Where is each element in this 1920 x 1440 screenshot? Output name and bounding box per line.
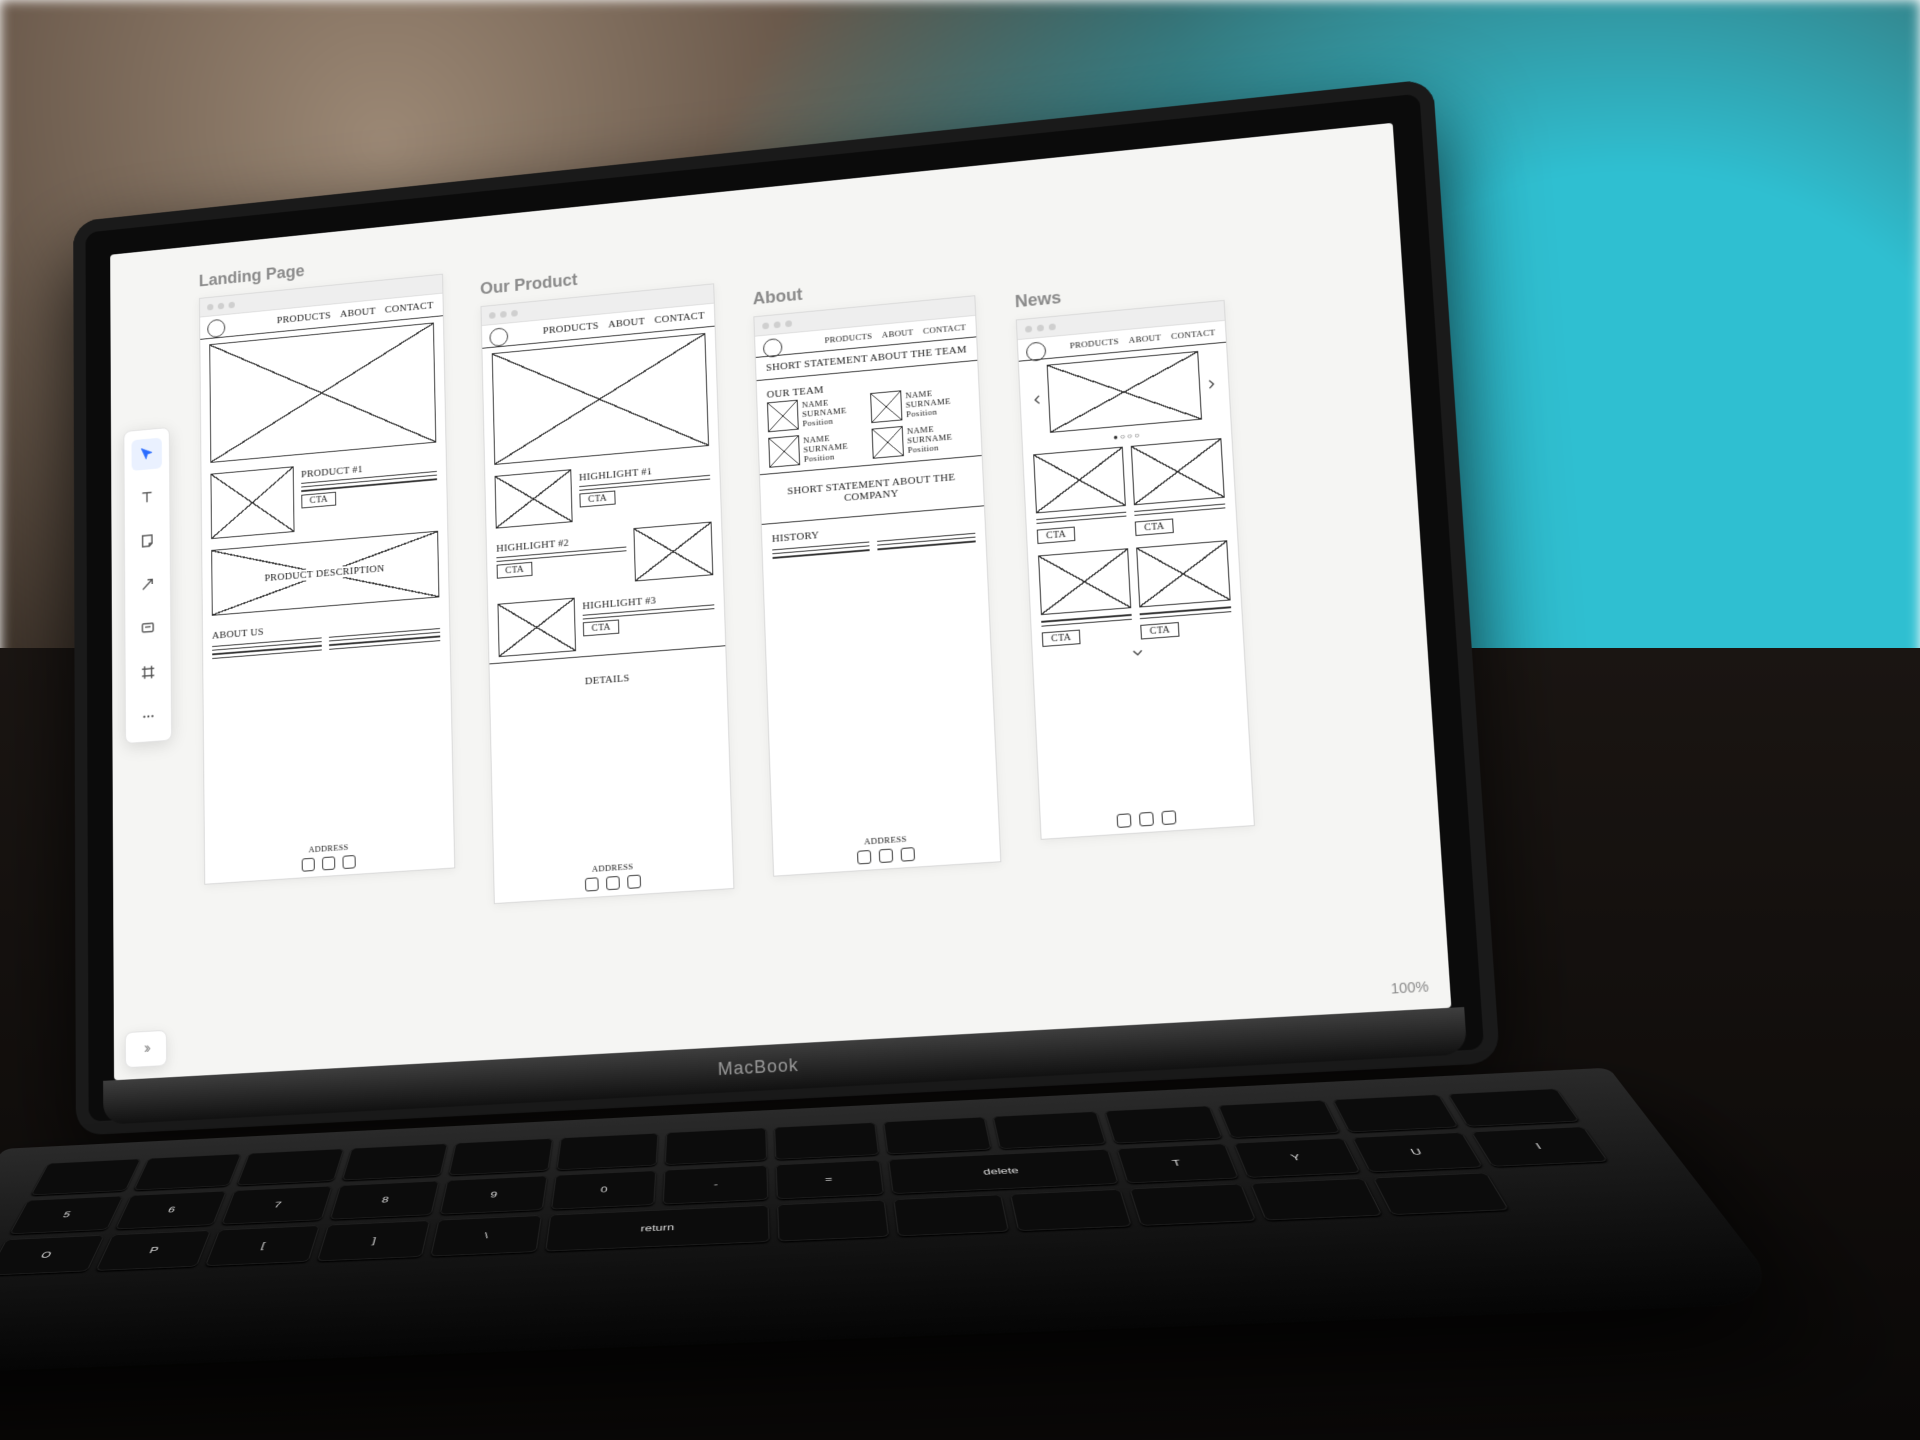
company-statement: SHORT STATEMENT ABOUT THE COMPANY (787, 472, 955, 504)
social-icons (1051, 806, 1243, 832)
more-icon (140, 708, 156, 726)
highlight-thumb (497, 598, 576, 657)
artboard-our-product[interactable]: Our Product PRODUCTS ABOUT CONTACT (480, 257, 734, 904)
hero-image-placeholder (492, 333, 709, 465)
cta-button: CTA (1037, 527, 1076, 544)
arrow-icon (139, 576, 155, 594)
news-thumb (1136, 541, 1230, 608)
cta-button: CTA (1042, 629, 1081, 646)
nav-products: PRODUCTS (277, 310, 331, 326)
logo-icon (763, 338, 783, 358)
arrow-tool[interactable] (132, 568, 163, 601)
artboard-frame[interactable]: PRODUCTS ABOUT CONTACT ● ○ ○ ○ (1016, 300, 1255, 840)
nav-contact: CONTACT (923, 322, 966, 335)
highlight-thumb (495, 469, 573, 528)
frame-tool[interactable] (133, 655, 164, 689)
cta-button: CTA (301, 491, 336, 508)
screen-bezel: MacBook (73, 79, 1500, 1136)
chevron-down-icon (1127, 645, 1148, 660)
logo-icon (489, 327, 508, 347)
news-thumb (1131, 438, 1225, 505)
frame-icon (140, 663, 156, 681)
nav-contact: CONTACT (1171, 327, 1216, 341)
comment-icon (140, 619, 156, 637)
nav-about: ABOUT (1129, 332, 1162, 344)
cta-button: CTA (497, 562, 533, 579)
cursor-tool[interactable] (131, 438, 162, 471)
cta-button: CTA (583, 620, 620, 637)
cta-button: CTA (1140, 622, 1179, 640)
text-icon (139, 489, 155, 507)
artboard-about[interactable]: About PRODUCTS ABOUT CONTACT SHORT STA (752, 268, 1001, 877)
chevron-right-icon (1204, 377, 1219, 392)
product-thumb-placeholder (210, 466, 294, 539)
nav-products: PRODUCTS (1070, 336, 1120, 350)
comment-tool[interactable] (132, 612, 163, 646)
artboard-frame[interactable]: PRODUCTS ABOUT CONTACT PRODUCT #1 (199, 274, 455, 885)
artboard-frame[interactable]: PRODUCTS ABOUT CONTACT HIGHLIGHT #1 (481, 283, 735, 904)
news-thumb (1033, 447, 1126, 514)
note-icon (139, 532, 155, 550)
news-thumb (1038, 549, 1131, 616)
artboard-frame[interactable]: PRODUCTS ABOUT CONTACT SHORT STATEMENT A… (753, 295, 1001, 877)
expand-tray-button[interactable]: ›› (125, 1030, 167, 1068)
screen: ›› Landing Page PRODUCTS ABOUT CONTACT (110, 123, 1451, 1080)
logo-icon (207, 319, 225, 339)
nav-products: PRODUCTS (543, 320, 599, 336)
more-tools[interactable] (133, 700, 164, 734)
artboard-landing-page[interactable]: Landing Page PRODUCTS ABOUT CONTACT (199, 248, 455, 885)
avatar-placeholder (872, 426, 904, 459)
nav-contact: CONTACT (654, 310, 705, 326)
avatar-placeholder (768, 435, 800, 468)
nav-contact: CONTACT (385, 300, 434, 316)
details-label: DETAILS (585, 673, 630, 688)
design-canvas[interactable]: Landing Page PRODUCTS ABOUT CONTACT (190, 154, 1418, 1047)
nav-about: ABOUT (340, 306, 376, 320)
chevron-left-icon (1030, 393, 1044, 407)
text-tool[interactable] (132, 481, 163, 514)
left-toolbar (123, 427, 172, 744)
cursor-icon (139, 445, 155, 463)
logo-icon (1026, 341, 1047, 362)
nav-about: ABOUT (608, 316, 645, 331)
zoom-indicator[interactable]: 100% (1390, 978, 1429, 996)
hero-image-placeholder (209, 322, 436, 462)
avatar-placeholder (767, 400, 799, 433)
cta-button: CTA (579, 491, 615, 508)
carousel-image-placeholder (1047, 351, 1202, 433)
cta-button: CTA (1135, 519, 1174, 537)
avatar-placeholder (870, 390, 902, 423)
sticky-tool[interactable] (132, 524, 163, 557)
highlight-thumb (633, 522, 713, 582)
laptop-brand-label: MacBook (717, 1055, 799, 1079)
product-description-placeholder: PRODUCT DESCRIPTION (211, 531, 439, 616)
artboard-news[interactable]: News PRODUCTS ABOUT CONTACT (1014, 272, 1254, 839)
laptop: MacBook (73, 77, 1542, 1406)
nav-products: PRODUCTS (824, 331, 872, 345)
product-description-label: PRODUCT DESCRIPTION (261, 563, 389, 585)
nav-about: ABOUT (882, 327, 914, 339)
